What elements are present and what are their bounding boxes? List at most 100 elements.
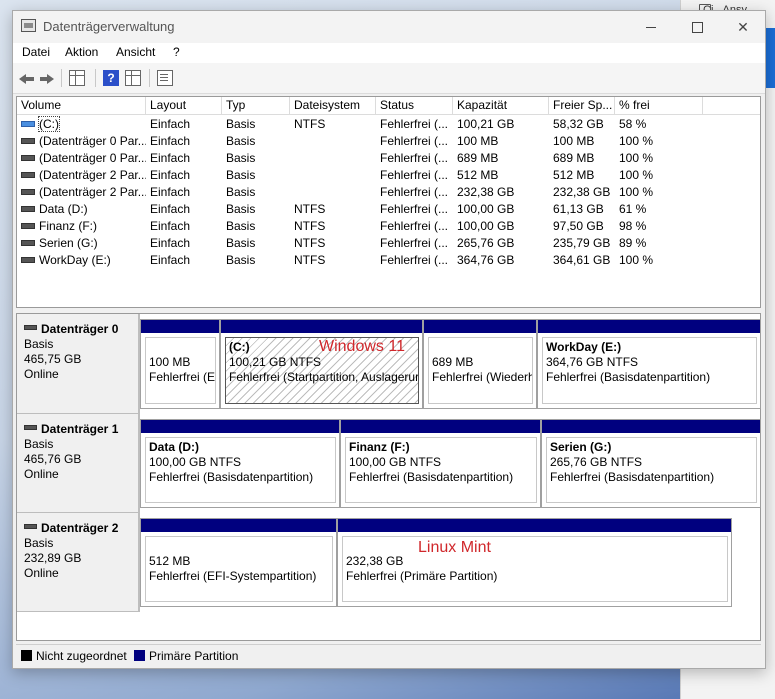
column-type[interactable]: Typ (222, 97, 290, 115)
volume-row[interactable]: (Datenträger 0 Par... Einfach Basis Fehlerf… (17, 133, 760, 150)
partition-size: 100,00 GB NTFS (349, 455, 442, 469)
disk-0-partition-workday[interactable]: WorkDay (E:) 364,76 GB NTFS Fehlerfrei (… (537, 319, 761, 409)
disk-icon (24, 325, 37, 331)
volume-row[interactable]: Finanz (F:) Einfach Basis NTFS Fehlerfrei (.… (17, 218, 760, 235)
volume-row[interactable]: Serien (G:) Einfach Basis NTFS Fehlerfrei (.… (17, 235, 760, 252)
disk-management-app-icon (21, 19, 36, 32)
cell-volume-name: (Datenträger 2 Par... (17, 167, 146, 184)
cell-type: Basis (226, 151, 256, 165)
volume-name-text: Finanz (F:) (39, 219, 98, 233)
disk-0-partition-c[interactable]: (C:) 100,21 GB NTFS Fehlerfrei (Startpar… (220, 319, 423, 409)
disk-2-size: 232,89 GB (24, 551, 82, 565)
primary-partition-bar (538, 320, 760, 333)
volume-row[interactable]: (Datenträger 0 Par... Einfach Basis Fehlerf… (17, 150, 760, 167)
list-view-icon[interactable] (69, 70, 85, 86)
toolbar-separator (61, 69, 62, 87)
cell-capacity: 265,76 GB (457, 236, 515, 250)
volume-name-text: Data (D:) (39, 202, 88, 216)
cell-type: Basis (226, 117, 256, 131)
volume-list[interactable]: Volume Layout Typ Dateisystem Status Kap… (16, 96, 761, 308)
disk-1-partition-data[interactable]: Data (D:) 100,00 GB NTFS Fehlerfrei (Bas… (140, 419, 340, 508)
disk-0-partition-3[interactable]: 689 MB Fehlerfrei (Wiederherstellungspar… (423, 319, 537, 409)
cell-percent-free: 100 % (619, 134, 654, 148)
disk-0-partition-1[interactable]: 100 MB Fehlerfrei (EFI-Systempartition) (140, 319, 220, 409)
cell-percent-free: 100 % (619, 185, 654, 199)
cell-layout: Einfach (150, 185, 191, 199)
cell-percent-free: 100 % (619, 253, 654, 267)
partition-size: 265,76 GB NTFS (550, 455, 643, 469)
cell-capacity: 100 MB (457, 134, 499, 148)
menu-aktion[interactable]: Aktion (65, 45, 98, 59)
partition-spacer (149, 539, 332, 554)
cell-status: Fehlerfrei (... (380, 151, 449, 165)
title-bar[interactable]: Datenträgerverwaltung ✕ (13, 11, 765, 43)
cell-volume-name: Data (D:) (17, 201, 146, 218)
cell-volume-name: (Datenträger 0 Par... (17, 150, 146, 167)
help-icon[interactable]: ? (103, 70, 119, 86)
disk-icon (24, 524, 37, 530)
disk-1-partition-serien[interactable]: Serien (G:) 265,76 GB NTFS Fehlerfrei (B… (541, 419, 761, 508)
cell-filesystem (290, 184, 376, 201)
cell-layout: Einfach (150, 202, 191, 216)
partition-content: 689 MB Fehlerfrei (Wiederherstellungspar… (428, 337, 533, 404)
console-view-icon[interactable] (125, 70, 141, 86)
volume-list-header: Volume Layout Typ Dateisystem Status Kap… (17, 97, 760, 115)
cell-percent-free: 100 % (619, 151, 654, 165)
volume-row[interactable]: (C:) Einfach Basis NTFS Fehlerfrei (... 100,2… (17, 116, 760, 133)
primary-partition-bar (341, 420, 540, 433)
cell-status: Fehlerfrei (... (380, 253, 449, 267)
partition-name: Data (D:) (149, 440, 199, 454)
toolbar-separator (149, 69, 150, 87)
partition-content: 512 MB Fehlerfrei (EFI-Systempartition) (145, 536, 333, 602)
menu-ansicht[interactable]: Ansicht (116, 45, 155, 59)
cell-capacity: 100,00 GB (457, 219, 515, 233)
minimize-button[interactable] (631, 16, 671, 38)
partition-spacer (346, 539, 727, 554)
volume-icon (21, 137, 35, 144)
menu-help[interactable]: ? (173, 45, 180, 59)
disk-2-partition-primary[interactable]: 232,38 GB Fehlerfrei (Primäre Partition)… (337, 518, 732, 607)
partition-size: 232,38 GB (346, 554, 404, 568)
column-status[interactable]: Status (376, 97, 453, 115)
column-capacity[interactable]: Kapazität (453, 97, 549, 115)
menu-datei[interactable]: Datei (22, 45, 50, 59)
disk-1-partition-finanz[interactable]: Finanz (F:) 100,00 GB NTFS Fehlerfrei (B… (340, 419, 541, 508)
disk-2-label[interactable]: Datenträger 2 Basis 232,89 GB Online (17, 513, 140, 612)
disk-2-partition-efi[interactable]: 512 MB Fehlerfrei (EFI-Systempartition) (140, 518, 337, 607)
column-filesystem[interactable]: Dateisystem (290, 97, 376, 115)
forward-arrow-icon[interactable] (39, 70, 55, 86)
disk-view: Datenträger 0 Basis 465,75 GB Online 100… (16, 313, 761, 641)
cell-type: Basis (226, 253, 256, 267)
column-layout[interactable]: Layout (146, 97, 222, 115)
partition-content: Finanz (F:) 100,00 GB NTFS Fehlerfrei (B… (345, 437, 537, 503)
volume-row[interactable]: Data (D:) Einfach Basis NTFS Fehlerfrei (...… (17, 201, 760, 218)
volume-name-text: (Datenträger 2 Par... (39, 185, 146, 199)
partition-content: 100 MB Fehlerfrei (EFI-Systempartition) (145, 337, 216, 404)
volume-row[interactable]: (Datenträger 2 Par... Einfach Basis Fehlerf… (17, 167, 760, 184)
partition-status: Fehlerfrei (Basisdatenpartition) (550, 470, 715, 484)
column-percent-free[interactable]: % frei (615, 97, 703, 115)
partition-size: 689 MB (432, 355, 474, 369)
cell-percent-free: 58 % (619, 117, 647, 131)
cell-capacity: 512 MB (457, 168, 499, 182)
maximize-button[interactable] (677, 16, 717, 38)
disk-0-label[interactable]: Datenträger 0 Basis 465,75 GB Online (17, 314, 140, 414)
partition-status: Fehlerfrei (Primäre Partition) (346, 569, 498, 583)
column-volume[interactable]: Volume (17, 97, 146, 115)
partition-size: 100,21 GB NTFS (229, 355, 322, 369)
disk-2-name-row: Datenträger 2 (24, 521, 138, 536)
toolbar-separator (95, 69, 96, 87)
partition-size: 364,76 GB NTFS (546, 355, 639, 369)
cell-percent-free: 61 % (619, 202, 647, 216)
system-volume-icon (21, 120, 35, 127)
disk-1-label[interactable]: Datenträger 1 Basis 465,76 GB Online (17, 414, 140, 513)
volume-row[interactable]: (Datenträger 2 Par... Einfach Basis Fehlerf… (17, 184, 760, 201)
cell-status: Fehlerfrei (... (380, 117, 449, 131)
volume-row[interactable]: WorkDay (E:) Einfach Basis NTFS Fehlerfrei (… (17, 252, 760, 269)
cell-type: Basis (226, 236, 256, 250)
column-free-space[interactable]: Freier Sp... (549, 97, 615, 115)
close-button[interactable]: ✕ (723, 16, 763, 38)
primary-partition-bar (221, 320, 422, 333)
properties-icon[interactable] (157, 70, 173, 86)
back-arrow-icon[interactable] (19, 70, 35, 86)
